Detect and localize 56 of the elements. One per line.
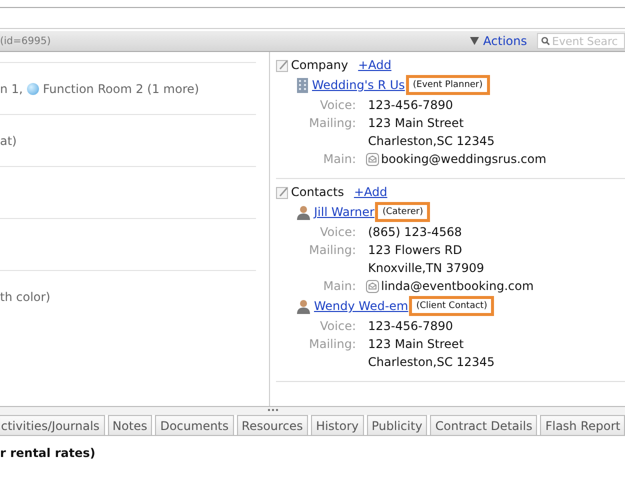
- field-value: 123 Main Street: [368, 337, 464, 351]
- field-value: Charleston,SC 12345: [368, 355, 495, 369]
- tab[interactable]: Documents: [155, 415, 234, 435]
- field-value: 123-456-7890: [368, 319, 454, 333]
- name-link[interactable]: Wendy Wed-em: [314, 299, 408, 313]
- field-label: Mailing:: [309, 337, 356, 351]
- room-text: n 1,: [0, 82, 23, 96]
- actions-link[interactable]: Actions: [483, 34, 527, 48]
- tab[interactable]: Contract Details: [430, 415, 538, 435]
- role-tag: (Caterer): [375, 202, 430, 222]
- section-title: Company: [291, 58, 348, 72]
- role-tag: (Client Contact): [409, 296, 494, 316]
- tab[interactable]: Publicity: [366, 415, 428, 435]
- search-icon: [541, 35, 550, 47]
- field-label: Voice:: [320, 225, 356, 239]
- room-text: Function Room 2 (1 more): [42, 82, 200, 96]
- field-label: Voice:: [320, 319, 356, 333]
- room-text: at): [0, 134, 17, 148]
- field-label: Voice:: [320, 98, 356, 112]
- field-value: (865) 123-4568: [368, 225, 462, 239]
- dropdown-arrow-icon: [470, 37, 480, 45]
- description-text: r rental rates): [0, 445, 96, 460]
- person-icon: [296, 204, 311, 220]
- field-label: Main:: [323, 279, 356, 293]
- tab[interactable]: Resources: [236, 415, 308, 435]
- person-icon: [296, 298, 311, 314]
- section-title: Contacts: [291, 185, 344, 199]
- envelope-icon: [366, 280, 379, 292]
- name-link[interactable]: Jill Warner: [314, 205, 374, 219]
- role-tag: (Event Planner): [406, 75, 490, 95]
- field-value: 123-456-7890: [368, 98, 454, 112]
- field-value: 123 Flowers RD: [368, 243, 462, 257]
- name-link[interactable]: Wedding's R Us: [312, 78, 405, 92]
- field-value: 123 Main Street: [368, 116, 464, 130]
- add-link[interactable]: +Add: [354, 185, 388, 199]
- tab[interactable]: ctivities/Journals: [0, 415, 105, 435]
- tab[interactable]: History: [310, 415, 364, 435]
- globe-icon: [26, 82, 39, 94]
- note-icon: [276, 58, 289, 72]
- search-field[interactable]: Event Searc: [537, 33, 625, 49]
- field-label: Main:: [323, 152, 356, 166]
- field-value: Charleston,SC 12345: [368, 134, 495, 148]
- field-value: Knoxville,TN 37909: [368, 261, 484, 275]
- room-text: th color): [0, 290, 50, 304]
- note-icon: [276, 186, 289, 198]
- tab[interactable]: Flash Report: [540, 415, 625, 435]
- field-value: booking@weddingsrus.com: [381, 152, 546, 166]
- field-value: linda@eventbooking.com: [381, 279, 534, 293]
- field-label: Mailing:: [309, 116, 356, 130]
- tab[interactable]: Notes: [108, 415, 152, 435]
- add-link[interactable]: +Add: [358, 58, 392, 72]
- field-label: Mailing:: [309, 243, 356, 257]
- envelope-icon: [366, 152, 379, 166]
- record-id: (id=6995): [0, 36, 51, 46]
- splitter-grip-icon[interactable]: [268, 409, 278, 413]
- building-icon: [296, 77, 309, 93]
